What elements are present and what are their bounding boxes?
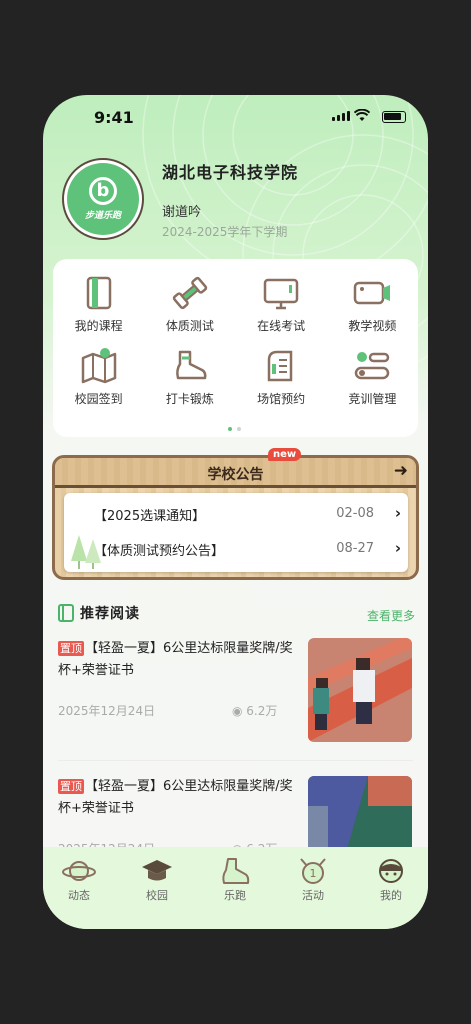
article-thumbnail — [308, 638, 412, 742]
user-name: 谢道吟 — [162, 205, 202, 220]
notice-item[interactable]: 【2025选课通知】 02-08 › — [94, 504, 404, 527]
sneaker-icon — [175, 350, 207, 380]
notice-item-text: 【体质测试预约公告】 — [94, 544, 225, 559]
tab-label: 动态 — [68, 889, 90, 902]
graduation-cap-icon — [142, 860, 172, 881]
map-pin-icon — [81, 348, 116, 384]
medal-icon: 1 — [300, 858, 326, 884]
arrow-right-icon[interactable]: ➜ — [394, 461, 408, 481]
article-title: 【轻盈一夏】6公里达标限量奖牌/奖杯+荣誉证书 — [58, 641, 293, 678]
pinned-tag: 置顶 — [58, 779, 84, 794]
recommend-title: 推荐阅读 — [80, 606, 140, 622]
divider — [58, 760, 413, 761]
video-camera-icon — [354, 281, 391, 305]
notice-item-text: 【2025选课通知】 — [94, 509, 206, 524]
notice-header[interactable]: 学校公告 ➜ — [55, 458, 416, 488]
status-bar: 9:41 — [43, 95, 428, 139]
toggle-list-icon — [355, 352, 390, 380]
notice-item[interactable]: 【体质测试预约公告】 08-27 › — [94, 539, 404, 562]
svg-text:1: 1 — [310, 867, 317, 880]
wifi-icon — [354, 109, 370, 121]
book-open-icon — [58, 604, 74, 622]
trees-illustration — [71, 535, 101, 569]
shoe-icon — [222, 858, 250, 884]
tab-label: 乐跑 — [224, 889, 246, 902]
tab-campus[interactable]: 校园 — [127, 857, 187, 903]
article-card[interactable]: 置顶【轻盈一夏】6公里达标限量奖牌/奖杯+荣誉证书 2025年12月24日 ◉ … — [58, 638, 416, 748]
menu-label: 校园签到 — [74, 392, 123, 406]
profile-face-icon — [379, 859, 403, 883]
menu-item-online-exam[interactable]: 在线考试 — [236, 273, 327, 334]
menu-label: 在线考试 — [257, 319, 306, 333]
planet-icon — [62, 861, 96, 881]
menu-item-my-course[interactable]: 我的课程 — [53, 273, 144, 334]
tab-label: 我的 — [380, 889, 402, 902]
article-date: 2025年12月24日 — [58, 704, 156, 718]
tab-label: 校园 — [146, 889, 168, 902]
menu-item-fitness-test[interactable]: 体质测试 — [144, 273, 235, 334]
page-indicator — [228, 427, 241, 431]
menu-item-competition-management[interactable]: 竞训管理 — [327, 346, 418, 407]
logo-text: 步道乐跑 — [84, 211, 121, 221]
phone-screen: 9:41 b 步道乐跑 湖北电子科技学院 谢道吟 2024-2025学年下学期 … — [43, 95, 428, 929]
menu-item-workout-checkin[interactable]: 打卡锻炼 — [144, 346, 235, 407]
chevron-right-icon: › — [394, 539, 401, 557]
tab-feed[interactable]: 动态 — [49, 857, 109, 903]
article-title-wrap: 置顶 【轻盈一夏】6公里达标限量奖牌/奖杯+荣誉证书 — [58, 776, 298, 820]
recommend-header: 推荐阅读 — [58, 603, 140, 623]
tab-mine[interactable]: 我的 — [361, 857, 421, 903]
menu-item-teaching-video[interactable]: 教学视频 — [327, 273, 418, 334]
dumbbell-icon — [172, 276, 208, 310]
menu-item-venue-booking[interactable]: 场馆预约 — [236, 346, 327, 407]
signal-icon — [332, 111, 350, 121]
calendar-doc-icon — [267, 350, 293, 382]
menu-label: 打卡锻炼 — [165, 392, 214, 406]
battery-icon — [382, 111, 406, 123]
new-badge: new — [268, 448, 302, 461]
notice-board: 学校公告 ➜ 【2025选课通知】 02-08 › 【体质测试预约公告】 08-… — [52, 455, 419, 580]
notice-item-date: 08-27 — [336, 541, 374, 556]
notice-title: 学校公告 — [207, 467, 264, 483]
school-name: 湖北电子科技学院 — [162, 163, 299, 182]
tab-run[interactable]: 乐跑 — [205, 857, 265, 903]
menu-label: 体质测试 — [165, 319, 214, 333]
article-title: 【轻盈一夏】6公里达标限量奖牌/奖杯+荣誉证书 — [58, 779, 293, 816]
menu-label: 我的课程 — [74, 319, 123, 333]
view-more-link[interactable]: 查看更多 — [367, 607, 415, 624]
tab-activity[interactable]: 1 活动 — [283, 857, 343, 903]
menu-item-campus-checkin[interactable]: 校园签到 — [53, 346, 144, 407]
school-logo-avatar[interactable]: b 步道乐跑 — [62, 158, 144, 240]
menu-label: 教学视频 — [348, 319, 397, 333]
notice-item-date: 02-08 — [336, 506, 374, 521]
menu-label: 场馆预约 — [257, 392, 306, 406]
status-time: 9:41 — [94, 108, 134, 127]
chevron-right-icon: › — [394, 504, 401, 522]
book-icon — [86, 276, 111, 310]
menu-label: 竞训管理 — [348, 392, 397, 406]
bottom-tab-bar: 动态 校园 乐跑 1 活动 我的 — [43, 847, 428, 929]
term-label: 2024-2025学年下学期 — [162, 225, 288, 239]
function-menu: 我的课程 体质测试 在线考试 教学视频 校园签到 打卡锻炼 场馆预约 竞训管理 — [53, 259, 418, 437]
logo-letter: b — [89, 177, 117, 205]
monitor-icon — [263, 278, 299, 310]
article-views: ◉ 6.2万 — [232, 702, 277, 719]
article-thumbnail — [308, 776, 412, 856]
article-card[interactable]: 置顶【轻盈一夏】6公里达标限量奖牌/奖杯+荣誉证书 2025年12月24日 ◉ … — [58, 776, 416, 856]
tab-label: 活动 — [302, 889, 324, 902]
view-count: 6.2万 — [246, 704, 278, 718]
article-title-wrap: 置顶 【轻盈一夏】6公里达标限量奖牌/奖杯+荣誉证书 — [58, 638, 298, 682]
pinned-tag: 置顶 — [58, 641, 84, 656]
eye-icon: ◉ — [232, 704, 247, 718]
notice-paper: 【2025选课通知】 02-08 › 【体质测试预约公告】 08-27 › — [64, 493, 408, 572]
